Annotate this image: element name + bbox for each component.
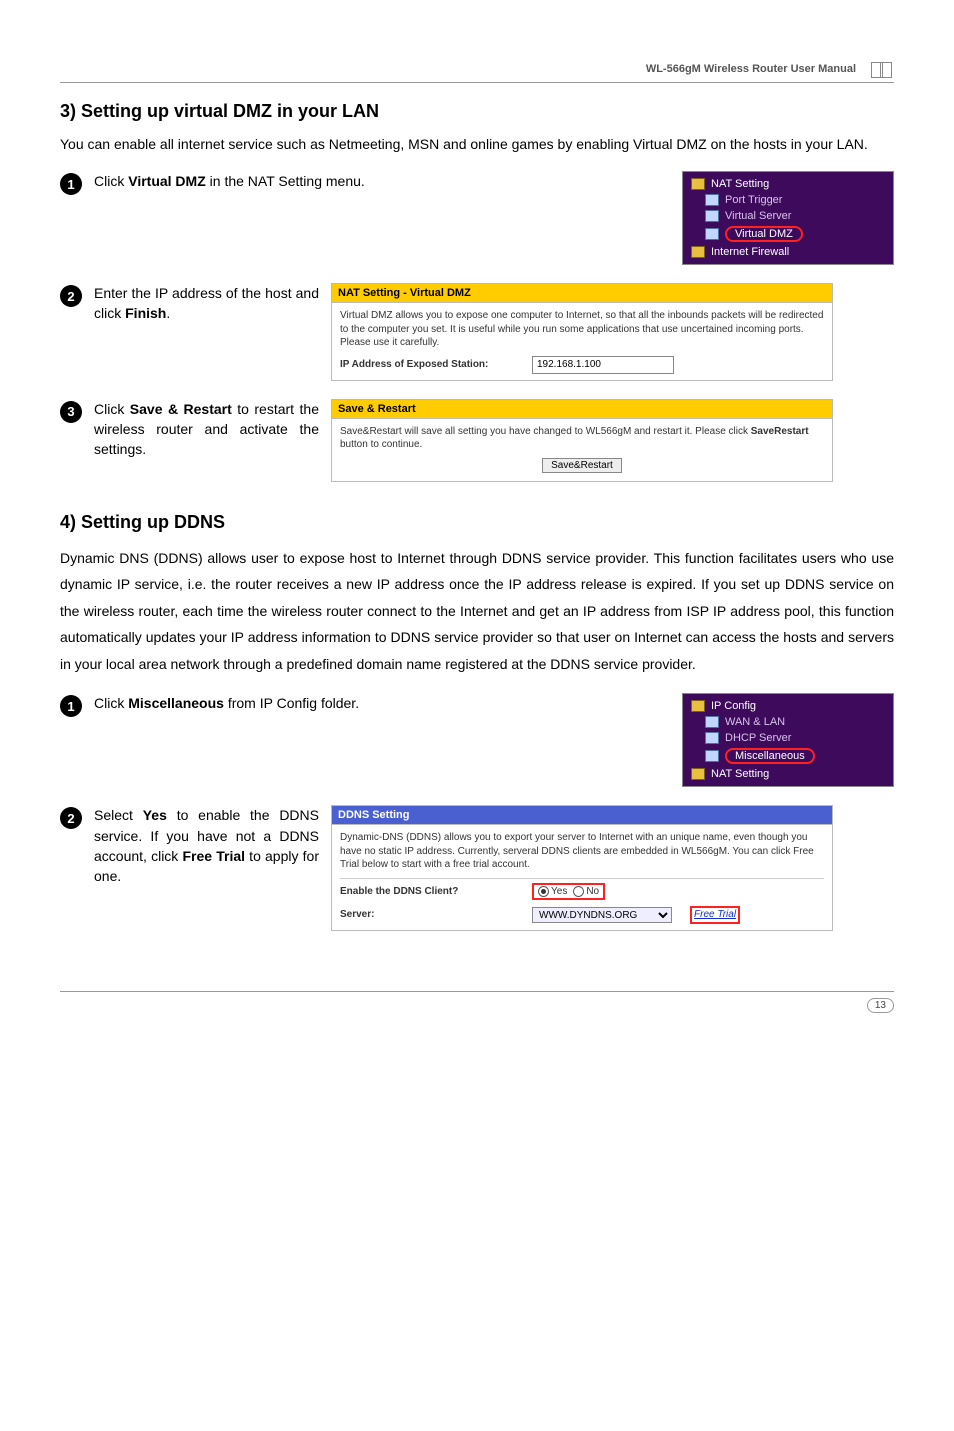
ipconfig-nav-tree-screenshot: IP Config WAN & LAN DHCP Server Miscella… <box>682 693 894 787</box>
nav-item-wan-lan[interactable]: WAN & LAN <box>683 714 893 730</box>
ip-exposed-label: IP Address of Exposed Station: <box>340 358 520 372</box>
step-1-text: Click Virtual DMZ in the NAT Setting men… <box>94 171 534 191</box>
radio-icon <box>573 886 584 897</box>
page-header: WL-566gM Wireless Router User Manual <box>60 60 894 83</box>
section-4-intro: Dynamic DNS (DDNS) allows user to expose… <box>60 545 894 678</box>
server-select[interactable]: WWW.DYNDNS.ORG <box>532 907 672 923</box>
folder-icon <box>691 178 705 190</box>
page-number: 13 <box>867 998 894 1013</box>
section-4-heading: 4) Setting up DDNS <box>60 512 894 533</box>
step-badge-2: 2 <box>60 285 82 307</box>
ddns-yes-no-group: Yes No <box>532 883 605 901</box>
ip-exposed-input[interactable] <box>532 356 674 374</box>
radio-icon <box>538 886 549 897</box>
section-4-step-2: 2 Select Yes to enable the DDNS service.… <box>60 805 894 931</box>
nav-item-miscellaneous[interactable]: Miscellaneous <box>683 746 893 766</box>
step-badge-3: 3 <box>60 401 82 423</box>
step-badge-2b: 2 <box>60 807 82 829</box>
save-restart-button[interactable]: Save&Restart <box>542 458 622 473</box>
file-icon <box>705 732 719 744</box>
section-3-intro: You can enable all internet service such… <box>60 134 894 155</box>
panel-title-ddns: DDNS Setting <box>332 806 832 825</box>
nat-virtual-dmz-panel: NAT Setting - Virtual DMZ Virtual DMZ al… <box>331 283 833 381</box>
section-3-step-1: 1 Click Virtual DMZ in the NAT Setting m… <box>60 171 894 265</box>
section-3-step-2: 2 Enter the IP address of the host and c… <box>60 283 894 381</box>
folder-icon <box>691 700 705 712</box>
ddns-panel-desc: Dynamic-DNS (DDNS) allows you to export … <box>340 831 824 872</box>
enable-ddns-label: Enable the DDNS Client? <box>340 885 520 899</box>
section-4-step-1: 1 Click Miscellaneous from IP Config fol… <box>60 693 894 787</box>
file-icon <box>705 228 719 240</box>
panel-title-nat: NAT Setting - Virtual DMZ <box>332 284 832 303</box>
ddns-radio-yes[interactable]: Yes <box>538 885 567 899</box>
nat-nav-tree-screenshot: NAT Setting Port Trigger Virtual Server … <box>682 171 894 265</box>
manual-title: WL-566gM Wireless Router User Manual <box>646 63 856 75</box>
file-icon <box>705 716 719 728</box>
nav-item-virtual-dmz[interactable]: Virtual DMZ <box>683 224 893 244</box>
page-footer: 13 <box>60 991 894 1013</box>
nav-item-nat-setting[interactable]: NAT Setting <box>683 176 893 192</box>
nav-item-ip-config[interactable]: IP Config <box>683 698 893 714</box>
nav-item-internet-firewall[interactable]: Internet Firewall <box>683 244 893 260</box>
step-badge-1: 1 <box>60 173 82 195</box>
nav-item-nat-setting-2[interactable]: NAT Setting <box>683 766 893 782</box>
step-2-text: Enter the IP address of the host and cli… <box>94 283 319 324</box>
step-4-1-text: Click Miscellaneous from IP Config folde… <box>94 693 534 713</box>
step-4-2-text: Select Yes to enable the DDNS service. I… <box>94 805 319 886</box>
page-content: WL-566gM Wireless Router User Manual 3) … <box>0 0 954 1053</box>
step-badge-1b: 1 <box>60 695 82 717</box>
router-logo-icon <box>868 60 894 78</box>
file-icon <box>705 750 719 762</box>
ddns-radio-no[interactable]: No <box>573 885 599 899</box>
nav-item-virtual-server[interactable]: Virtual Server <box>683 208 893 224</box>
panel-title-save: Save & Restart <box>332 400 832 419</box>
nav-item-port-trigger[interactable]: Port Trigger <box>683 192 893 208</box>
ddns-setting-panel: DDNS Setting Dynamic-DNS (DDNS) allows y… <box>331 805 833 931</box>
folder-icon <box>691 246 705 258</box>
free-trial-link[interactable]: Free Trial <box>690 906 740 924</box>
nat-panel-desc: Virtual DMZ allows you to expose one com… <box>340 309 824 350</box>
file-icon <box>705 194 719 206</box>
panel-body-save: Save&Restart will save all setting you h… <box>332 419 832 481</box>
section-3-heading: 3) Setting up virtual DMZ in your LAN <box>60 101 894 122</box>
panel-body-ddns: Dynamic-DNS (DDNS) allows you to export … <box>332 825 832 930</box>
file-icon <box>705 210 719 222</box>
section-3-step-3: 3 Click Save & Restart to restart the wi… <box>60 399 894 482</box>
panel-body-nat: Virtual DMZ allows you to expose one com… <box>332 303 832 380</box>
step-3-text: Click Save & Restart to restart the wire… <box>94 399 319 460</box>
folder-icon <box>691 768 705 780</box>
nav-item-dhcp-server[interactable]: DHCP Server <box>683 730 893 746</box>
server-label: Server: <box>340 908 520 922</box>
save-restart-panel: Save & Restart Save&Restart will save al… <box>331 399 833 482</box>
